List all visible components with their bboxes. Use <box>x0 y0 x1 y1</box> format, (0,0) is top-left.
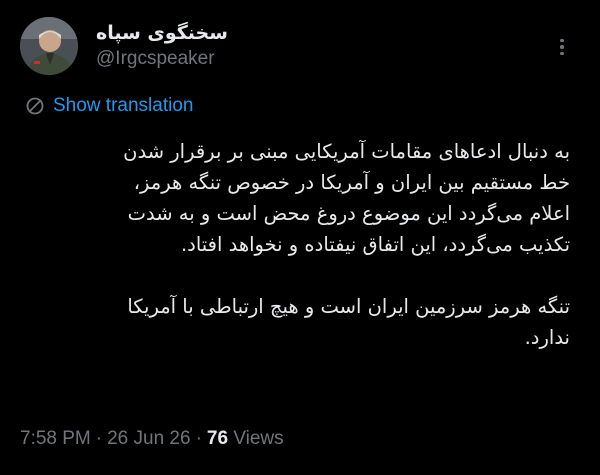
ellipsis-dot <box>560 51 564 56</box>
tweet-line: اعلام می‌گردد این موضوع دروغ محض است و ب… <box>127 202 570 225</box>
tweet-line: تنگه هرمز سرزمین ایران است و هیچ ارتباطی… <box>127 295 570 318</box>
ellipsis-vertical-icon <box>560 38 564 43</box>
views-label: Views <box>233 428 284 449</box>
tweet-line: تکذیب می‌گردد، این اتفاق نیفتاده و نخواه… <box>180 233 570 256</box>
show-translation-button[interactable]: Show translation <box>25 94 193 118</box>
author-names: سخنگوی سپاه @Irgcspeaker <box>96 21 228 71</box>
translate-globe-icon <box>26 97 44 115</box>
tweet-date[interactable]: 26 Jun 26 <box>107 428 190 449</box>
tweet-text: به دنبال ادعاهای مقامات آمریکایی مبنی بر… <box>30 136 570 353</box>
more-options-button[interactable] <box>550 35 574 59</box>
views-count: 76 <box>206 428 229 449</box>
show-translation-label: Show translation <box>53 95 194 116</box>
avatar[interactable] <box>20 17 78 75</box>
tweet-line: به دنبال ادعاهای مقامات آمریکایی مبنی بر… <box>123 140 570 163</box>
display-name[interactable]: سخنگوی سپاه <box>96 21 228 45</box>
tweet-header: سخنگوی سپاه @Irgcspeaker <box>20 17 580 81</box>
tweet-paragraph-1: به دنبال ادعاهای مقامات آمریکایی مبنی بر… <box>30 136 570 260</box>
user-handle[interactable]: @Irgcspeaker <box>96 47 228 71</box>
tweet-line: خط مستقیم بین ایران و آمریکا در خصوص تنگ… <box>133 171 570 194</box>
tweet-metadata: 7:58 PM · 26 Jun 26 · 76 Views <box>20 428 284 450</box>
separator-dot: · <box>195 428 202 449</box>
tweet-line: ندارد. <box>524 326 570 349</box>
tweet-paragraph-2: تنگه هرمز سرزمین ایران است و هیچ ارتباطی… <box>30 291 570 353</box>
profile-photo <box>20 17 78 75</box>
ellipsis-dot <box>560 45 564 49</box>
separator-dot: · <box>95 428 103 449</box>
tweet-time[interactable]: 7:58 PM <box>20 428 91 449</box>
